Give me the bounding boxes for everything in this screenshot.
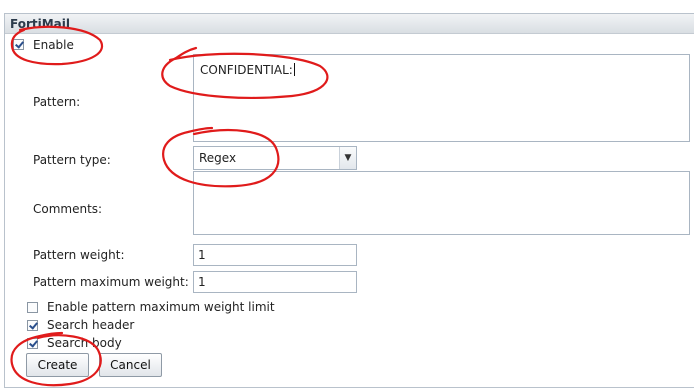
pattern-weight-label: Pattern weight: (33, 248, 125, 262)
enable-max-weight-limit-label: Enable pattern maximum weight limit (47, 300, 275, 314)
dialog-titlebar: FortiMail (5, 14, 694, 34)
pattern-textarea[interactable]: CONFIDENTIAL: (193, 54, 690, 142)
pattern-type-label: Pattern type: (33, 153, 111, 167)
comments-label: Comments: (33, 202, 103, 216)
search-body-label: Search body (47, 336, 122, 350)
search-header-label: Search header (47, 318, 135, 332)
create-button[interactable]: Create (26, 353, 89, 377)
pattern-weight-input[interactable]: 1 (193, 244, 357, 266)
enable-max-weight-limit-checkbox[interactable] (27, 302, 38, 313)
comments-textarea[interactable] (193, 171, 690, 235)
chevron-down-icon[interactable]: ▼ (339, 147, 356, 169)
pattern-weight-value: 1 (198, 248, 206, 262)
enable-label: Enable (33, 38, 74, 52)
pattern-value: CONFIDENTIAL: (200, 63, 293, 77)
search-body-checkbox[interactable] (27, 338, 38, 349)
pattern-type-select[interactable]: Regex ▼ (193, 146, 357, 170)
pattern-type-value: Regex (199, 151, 237, 165)
pattern-max-weight-value: 1 (198, 275, 206, 289)
enable-checkbox[interactable] (13, 39, 24, 50)
pattern-max-weight-input[interactable]: 1 (193, 271, 357, 293)
pattern-max-weight-label: Pattern maximum weight: (33, 275, 189, 289)
pattern-label: Pattern: (33, 95, 81, 109)
cancel-button[interactable]: Cancel (99, 353, 162, 377)
search-header-checkbox[interactable] (27, 320, 38, 331)
text-caret (293, 63, 295, 76)
dialog-title: FortiMail (10, 17, 70, 31)
